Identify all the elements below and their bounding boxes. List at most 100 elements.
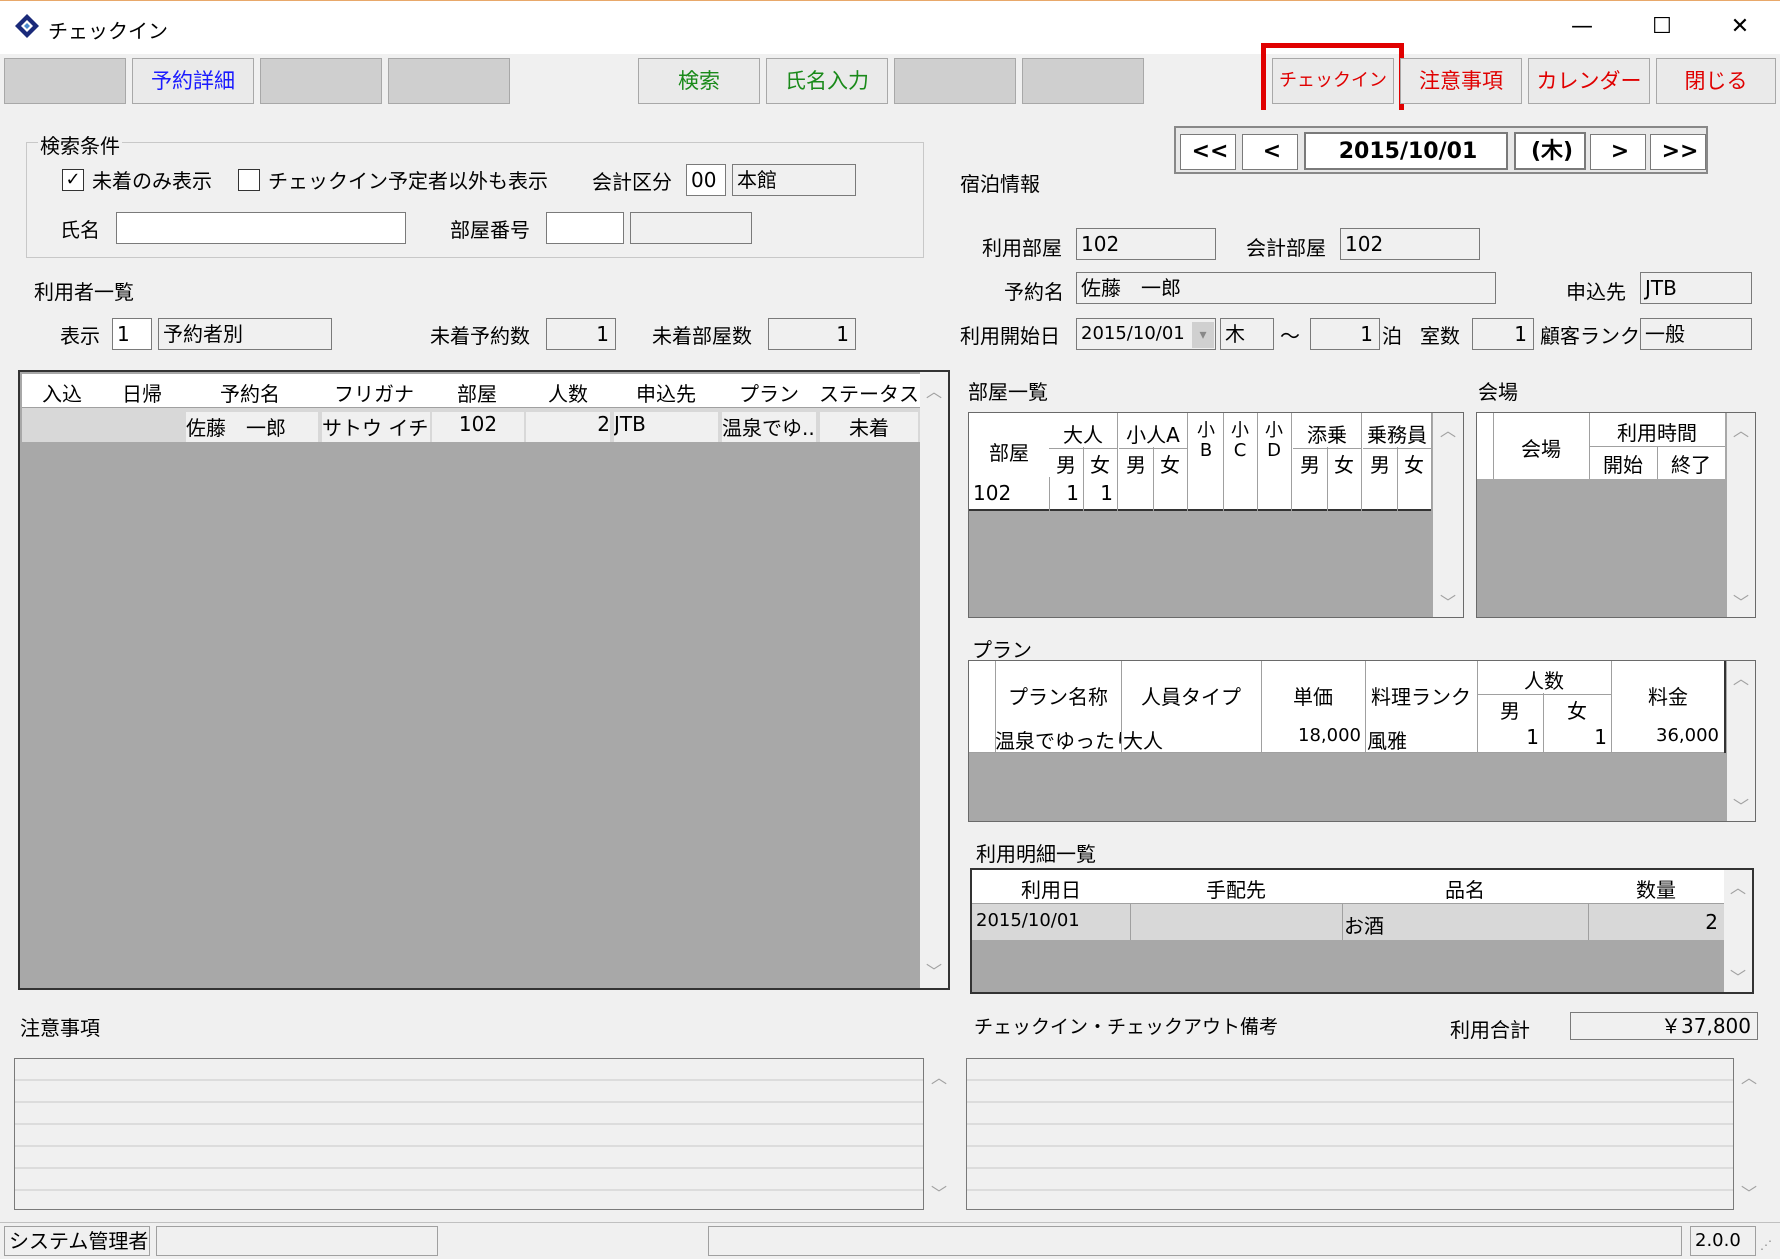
- chevron-down-icon[interactable]: ▾: [1192, 322, 1214, 348]
- unarrived-res-count-label: 未着予約数: [430, 324, 530, 348]
- col-header-room[interactable]: 部屋: [430, 378, 524, 407]
- room-row-room[interactable]: 102: [973, 481, 1047, 505]
- toolbar-blank-button-1[interactable]: [4, 58, 126, 104]
- rooms-count-label: 室数: [1420, 324, 1460, 348]
- plan-row-rank[interactable]: 風雅: [1367, 725, 1475, 754]
- room-list-title: 部屋一覧: [968, 380, 1048, 404]
- toolbar-blank-button-8[interactable]: [1022, 58, 1144, 104]
- resize-grip-icon[interactable]: ⋰: [1760, 1238, 1772, 1252]
- plan-grid-scrollbar[interactable]: ︿ ﹀: [1727, 661, 1755, 821]
- account-label: 会計区分: [592, 170, 672, 194]
- users-grid-header: 入込 日帰 予約名 フリガナ 部屋 人数 申込先 プラン ステータス: [22, 374, 920, 408]
- plan-row-price[interactable]: 18,000: [1261, 725, 1361, 746]
- customer-rank-field[interactable]: 一般: [1640, 318, 1752, 350]
- first-date-button[interactable]: <<: [1180, 134, 1236, 170]
- attend-col-header: 添乗: [1293, 419, 1361, 449]
- calendar-button[interactable]: カレンダー: [1528, 58, 1650, 104]
- remarks-textarea[interactable]: [966, 1058, 1734, 1210]
- customer-rank-label: 顧客ランク: [1540, 324, 1640, 348]
- venue-grid[interactable]: 会場 利用時間 開始 終了 ︿ ﹀: [1476, 412, 1756, 618]
- total-field: ￥37,800: [1570, 1012, 1758, 1040]
- detail-vendor-header: 手配先: [1206, 878, 1266, 902]
- col-header-agent[interactable]: 申込先: [612, 378, 720, 407]
- plan-row-type[interactable]: 大人: [1123, 725, 1259, 754]
- room-row-adult-male[interactable]: 1: [1049, 481, 1079, 505]
- venue-grid-scrollbar[interactable]: ︿ ﹀: [1727, 413, 1755, 617]
- plan-row-name[interactable]: 温泉でゆったり: [995, 725, 1121, 754]
- start-weekday-field: 木: [1220, 318, 1274, 350]
- plan-grid[interactable]: プラン名称 人員タイプ 単価 料理ランク 人数 男 女 料金 温泉でゆったり 大…: [968, 660, 1756, 822]
- toolbar-blank-button-4[interactable]: [388, 58, 510, 104]
- notes-button[interactable]: 注意事項: [1400, 58, 1522, 104]
- close-button[interactable]: 閉じる: [1656, 58, 1776, 104]
- row-count: 2: [526, 412, 610, 442]
- detail-row-item: お酒: [1344, 914, 1384, 938]
- search-button[interactable]: 検索: [638, 58, 760, 104]
- toolbar-blank-button-7[interactable]: [894, 58, 1016, 104]
- window-title: チェックイン: [48, 19, 168, 43]
- notes-scrollbar[interactable]: ︿ ﹀: [926, 1058, 952, 1210]
- plan-title: プラン: [972, 638, 1032, 662]
- person-type-header: 人員タイプ: [1141, 685, 1241, 709]
- account-code-input[interactable]: 00: [686, 164, 726, 196]
- row-agent: JTB: [614, 412, 718, 442]
- col-header-plan[interactable]: プラン: [720, 378, 818, 407]
- table-row[interactable]: 2015/10/01 お酒 2: [972, 904, 1724, 940]
- toolbar-blank-button-3[interactable]: [260, 58, 382, 104]
- checkin-button[interactable]: チェックイン: [1272, 58, 1394, 104]
- detail-date-header: 利用日: [1021, 878, 1081, 902]
- status-version: 2.0.0: [1690, 1226, 1756, 1256]
- venue-col-header: 会場: [1521, 437, 1561, 461]
- name-input-button[interactable]: 氏名入力: [766, 58, 888, 104]
- col-header-res-name[interactable]: 予約名: [182, 378, 318, 407]
- acc-room-field[interactable]: 102: [1340, 228, 1480, 260]
- room-number-input[interactable]: [546, 212, 624, 244]
- adult-female-header: 女: [1090, 453, 1110, 477]
- crew-male-header: 男: [1370, 453, 1390, 477]
- room-col-header: 部屋: [989, 441, 1029, 465]
- plan-row-female[interactable]: 1: [1543, 725, 1607, 749]
- users-grid-scrollbar[interactable]: ︿ ﹀: [920, 372, 948, 988]
- detail-qty-header: 数量: [1636, 878, 1676, 902]
- res-name-field[interactable]: 佐藤 一郎: [1076, 272, 1496, 304]
- detail-row-date: 2015/10/01: [976, 910, 1080, 931]
- plan-row-male[interactable]: 1: [1477, 725, 1539, 749]
- prev-date-button[interactable]: <: [1242, 134, 1298, 170]
- details-grid[interactable]: 利用日 手配先 品名 数量 2015/10/01 お酒 2 ︿ ﹀: [970, 868, 1754, 994]
- last-date-button[interactable]: >>: [1650, 134, 1706, 170]
- unit-price-header: 単価: [1293, 685, 1333, 709]
- name-input[interactable]: [116, 212, 406, 244]
- use-room-field[interactable]: 102: [1076, 228, 1216, 260]
- room-grid-scrollbar[interactable]: ︿ ﹀: [1433, 413, 1463, 617]
- show-others-checkbox[interactable]: [238, 166, 260, 191]
- col-header-entry[interactable]: 入込: [22, 378, 102, 407]
- remarks-scrollbar[interactable]: ︿ ﹀: [1736, 1058, 1762, 1210]
- current-date-field[interactable]: 2015/10/01: [1304, 132, 1508, 170]
- room-row-adult-female[interactable]: 1: [1083, 481, 1113, 505]
- agent-field[interactable]: JTB: [1640, 272, 1752, 304]
- col-header-status[interactable]: ステータス: [818, 378, 920, 407]
- unarrived-only-checkbox[interactable]: ✓: [62, 166, 84, 191]
- plan-name-header: プラン名称: [1008, 685, 1108, 709]
- users-grid[interactable]: 入込 日帰 予約名 フリガナ 部屋 人数 申込先 プラン ステータス 佐藤 一郎…: [18, 370, 950, 990]
- res-name-label: 予約名: [1004, 280, 1064, 304]
- display-code-input[interactable]: 1: [112, 318, 152, 350]
- plan-row-fee[interactable]: 36,000: [1611, 725, 1719, 746]
- col-header-daytrip[interactable]: 日帰: [102, 378, 182, 407]
- details-grid-scrollbar[interactable]: ︿ ﹀: [1724, 870, 1752, 992]
- reservation-detail-button[interactable]: 予約詳細: [132, 58, 254, 104]
- col-header-kana[interactable]: フリガナ: [318, 378, 430, 407]
- nights-field[interactable]: 1: [1310, 318, 1380, 350]
- next-date-button[interactable]: >: [1590, 134, 1646, 170]
- venue-grid-header: 会場 利用時間 開始 終了: [1477, 413, 1725, 479]
- notes-textarea[interactable]: [14, 1058, 924, 1210]
- col-header-count[interactable]: 人数: [524, 378, 612, 407]
- child-a-male-header: 男: [1126, 453, 1146, 477]
- rooms-count-field[interactable]: 1: [1472, 318, 1534, 350]
- notes-title: 注意事項: [20, 1016, 100, 1040]
- minimize-button[interactable]: —: [1562, 11, 1602, 45]
- table-row[interactable]: 佐藤 一郎 サトウ イチ... 102 2 JTB 温泉でゆ... 未着: [22, 408, 920, 442]
- room-grid[interactable]: 部屋 大人 男 女 小人A 男 女 小 B 小 C 小 D 添乗 男 女 乗務員…: [968, 412, 1464, 618]
- close-window-button[interactable]: ✕: [1720, 11, 1760, 45]
- maximize-button[interactable]: ☐: [1642, 11, 1682, 45]
